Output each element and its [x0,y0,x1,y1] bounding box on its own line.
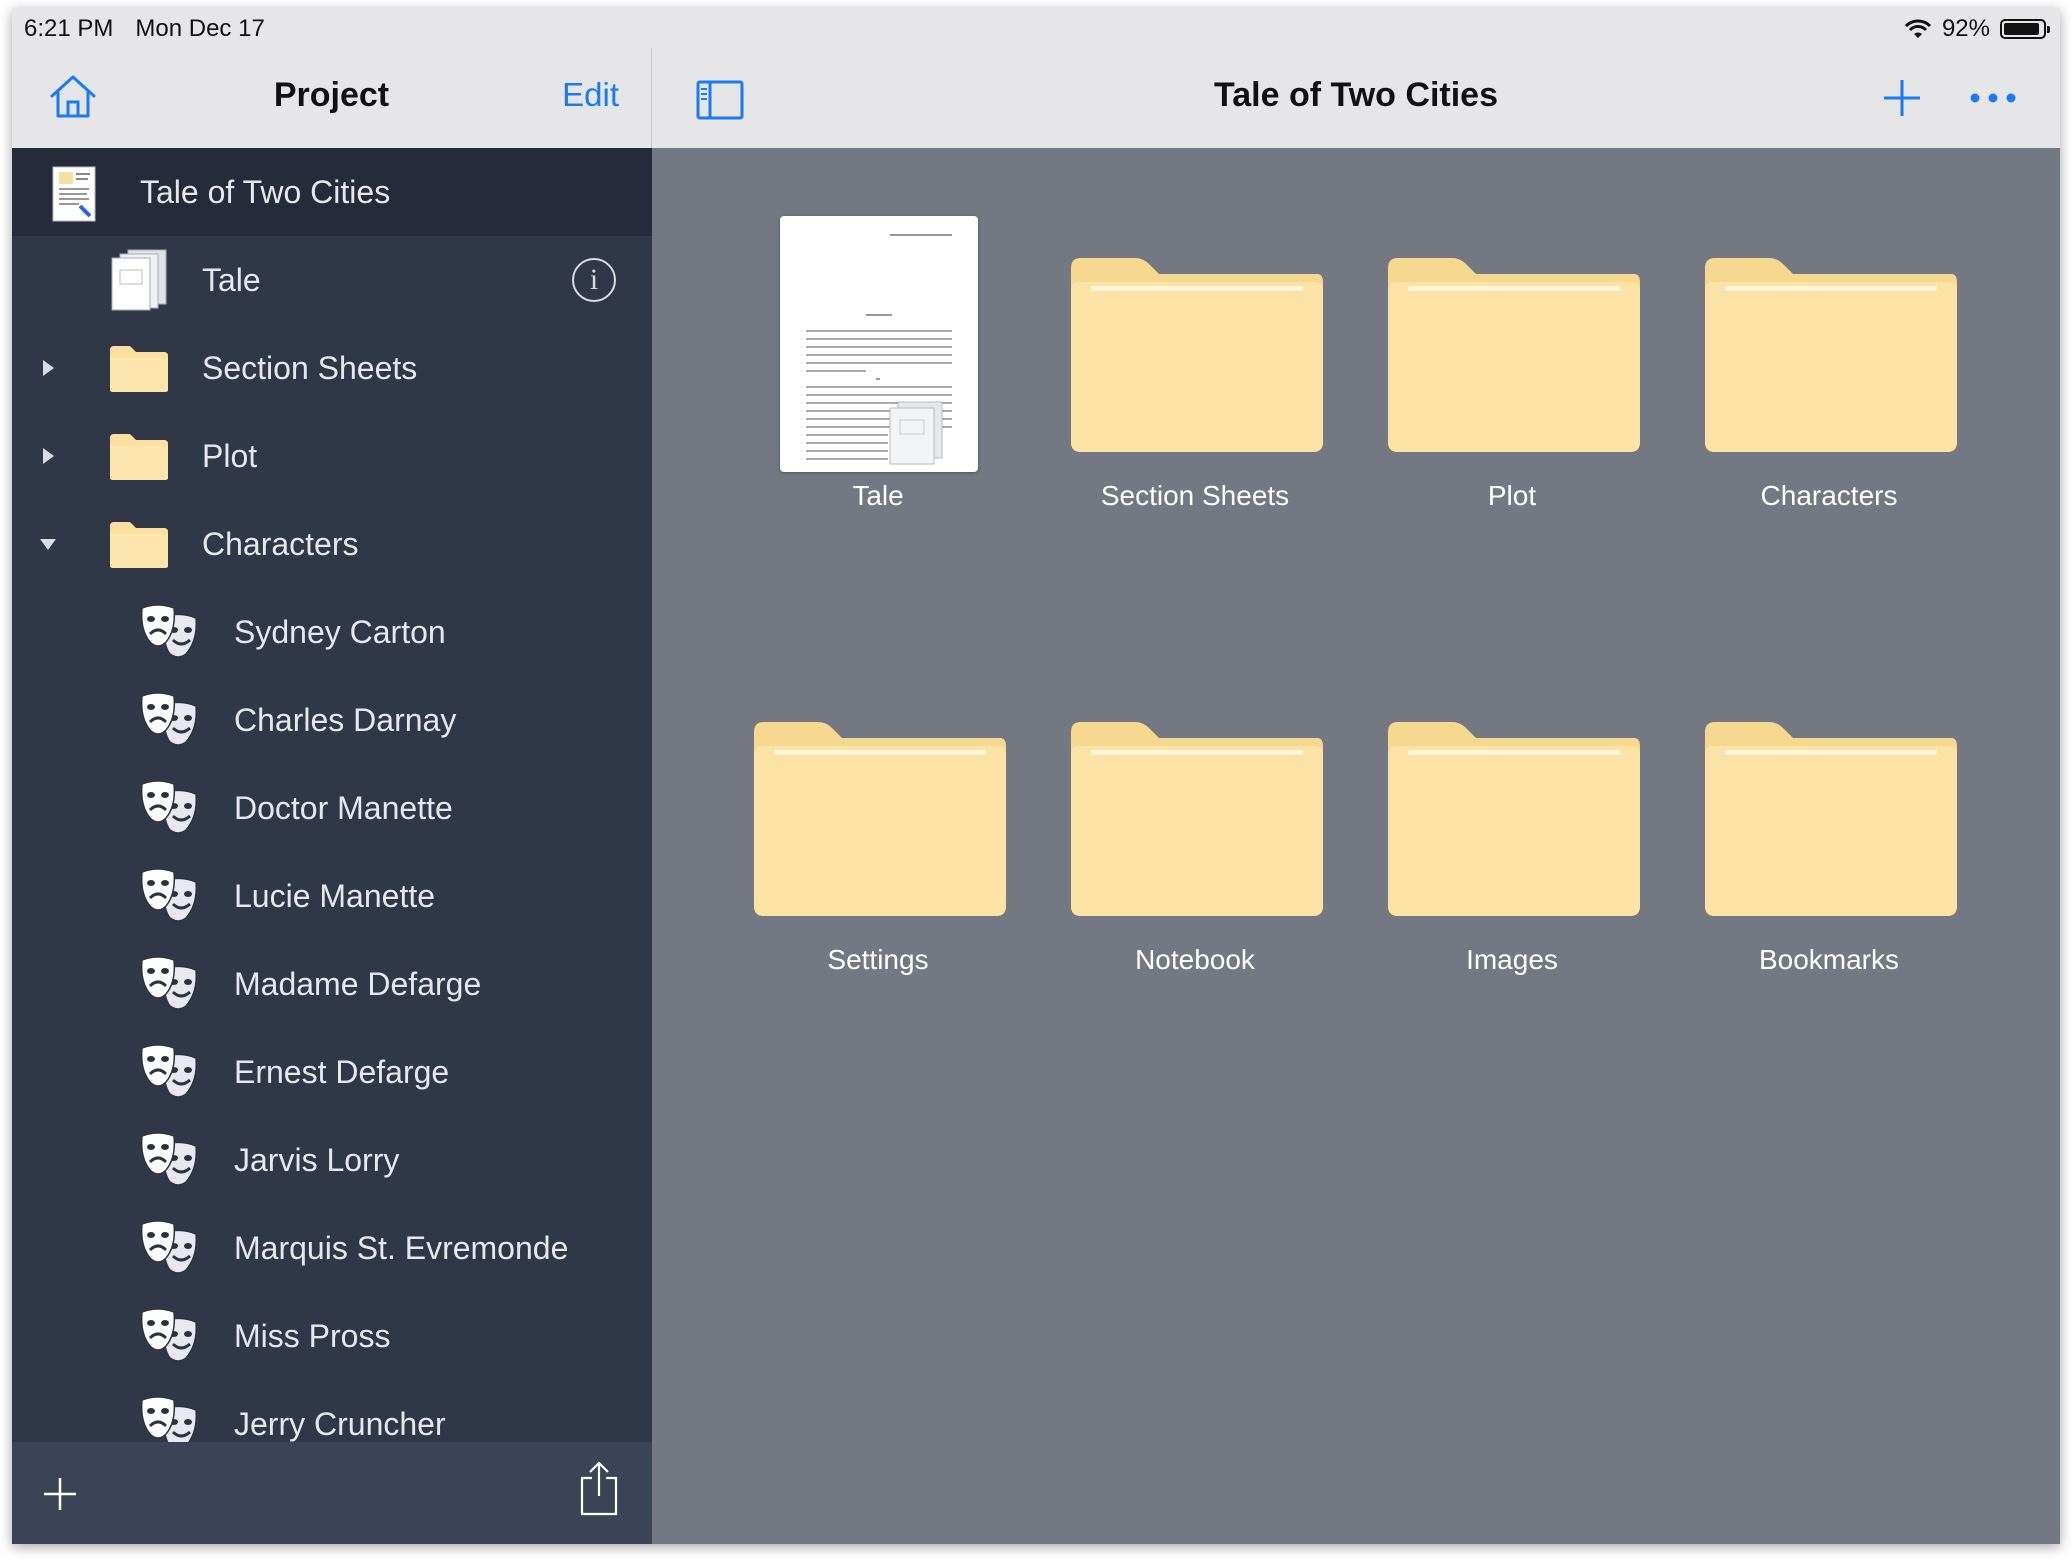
folder-icon [1705,258,1957,452]
binder-item-label: Jarvis Lorry [234,1141,400,1178]
tile-label: Notebook [1135,944,1255,975]
binder-item-character[interactable]: Charles Darnay [12,676,652,764]
project-document-icon [52,166,96,222]
character-masks-icon [140,956,198,1010]
folder-icon [1388,258,1640,452]
tile-bookmarks[interactable]: Bookmarks [1689,672,1969,992]
tile-label: Images [1466,944,1558,975]
detail-title: Tale of Two Cities [1214,76,1498,114]
document-thumbnail-icon [738,208,1018,472]
character-masks-icon [140,1132,198,1186]
character-masks-icon [140,692,198,746]
binder-item-character[interactable]: Lucie Manette [12,852,652,940]
disclosure-down-icon[interactable] [38,534,58,554]
character-masks-icon [140,604,198,658]
binder-item-label: Plot [202,437,258,474]
tile-characters[interactable]: Characters [1689,208,1969,528]
binder-item-label: Characters [202,525,359,562]
binder-item-tale[interactable]: Tale i [12,236,652,324]
add-icon[interactable] [42,1476,78,1512]
status-bar: 6:21 PM Mon Dec 17 92% [12,8,2060,48]
more-options-icon[interactable] [1970,92,2016,104]
battery-icon [2000,19,2050,39]
tile-label: Plot [1487,480,1537,511]
folder-icon [754,722,1006,916]
disclosure-right-icon[interactable] [38,358,58,378]
binder-item-label: Marquis St. Evremonde [234,1229,569,1266]
binder-item-label: Tale [202,261,261,298]
character-masks-icon [140,1220,198,1274]
battery-level [2004,23,2039,35]
sidebar-title: Project [273,76,390,114]
binder-item-plot[interactable]: Plot [12,412,652,500]
tile-notebook[interactable]: Notebook [1055,672,1335,992]
binder-item-label: Sydney Carton [234,613,446,650]
binder-item-character[interactable]: Marquis St. Evremonde [12,1204,652,1292]
binder-item-label: Lucie Manette [234,877,436,914]
folder-icon [110,434,168,480]
binder-root-project[interactable]: Tale of Two Cities [12,148,652,236]
binder-item-label: Ernest Defarge [234,1053,450,1090]
binder-root-label: Tale of Two Cities [140,173,391,210]
document-stack-icon [111,249,167,311]
character-masks-icon [140,780,198,834]
folder-icon [1388,722,1640,916]
folder-icon [110,346,168,392]
binder-item-character[interactable]: Miss Pross [12,1292,652,1380]
binder-item-character[interactable]: Jerry Cruncher [12,1380,652,1450]
binder-item-section-sheets[interactable]: Section Sheets [12,324,652,412]
binder-item-label: Section Sheets [202,349,418,386]
binder-item-character[interactable]: Doctor Manette [12,764,652,852]
share-icon[interactable] [578,1460,620,1516]
corkboard-grid: Tale Section Sheets Plot Characters Settings… [652,148,2060,1544]
binder-item-label: Miss Pross [234,1317,391,1354]
character-masks-icon [140,868,198,922]
tile-label: Tale [852,480,904,511]
character-masks-icon [140,1308,198,1362]
binder-item-label: Madame Defarge [234,965,482,1002]
folder-icon [110,522,168,568]
tile-label: Settings [827,944,929,975]
wifi-icon [1904,19,1932,38]
ipad-screen: 6:21 PM Mon Dec 17 92% Project Edit Tale… [12,8,2060,1544]
binder-item-character[interactable]: Madame Defarge [12,940,652,1028]
tile-label: Section Sheets [1100,480,1290,511]
folder-icon [1071,722,1323,916]
tile-tale[interactable]: Tale [738,208,1018,528]
sidebar: Project Edit Tale of Two Cities Tale i S… [12,8,652,1544]
binder-item-characters[interactable]: Characters [12,500,652,588]
binder-item-character[interactable]: Jarvis Lorry [12,1116,652,1204]
binder-tree[interactable]: Tale of Two Cities Tale i Section Sheets… [12,148,652,1450]
sidebar-toolbar [12,1442,652,1544]
binder-item-character[interactable]: Sydney Carton [12,588,652,676]
tile-settings[interactable]: Settings [738,672,1018,992]
binder-item-label: Charles Darnay [234,701,457,738]
binder-item-character[interactable]: Ernest Defarge [12,1028,652,1116]
info-button[interactable]: i [572,258,616,302]
add-icon[interactable] [1882,78,1922,118]
battery-percent: 92% [1941,15,1990,42]
folder-icon [1705,722,1957,916]
character-masks-icon [140,1044,198,1098]
status-date: Mon Dec 17 [135,15,265,42]
tile-section-sheets[interactable]: Section Sheets [1055,208,1335,528]
tile-images[interactable]: Images [1372,672,1652,992]
binder-item-label: Jerry Cruncher [234,1405,446,1442]
status-time: 6:21 PM [24,15,114,42]
disclosure-right-icon[interactable] [38,446,58,466]
folder-icon [1071,258,1323,452]
tile-label: Characters [1760,480,1898,511]
binder-item-label: Doctor Manette [234,789,453,826]
edit-button[interactable]: Edit [562,76,619,114]
tile-plot[interactable]: Plot [1372,208,1652,528]
tile-label: Bookmarks [1758,944,1900,975]
